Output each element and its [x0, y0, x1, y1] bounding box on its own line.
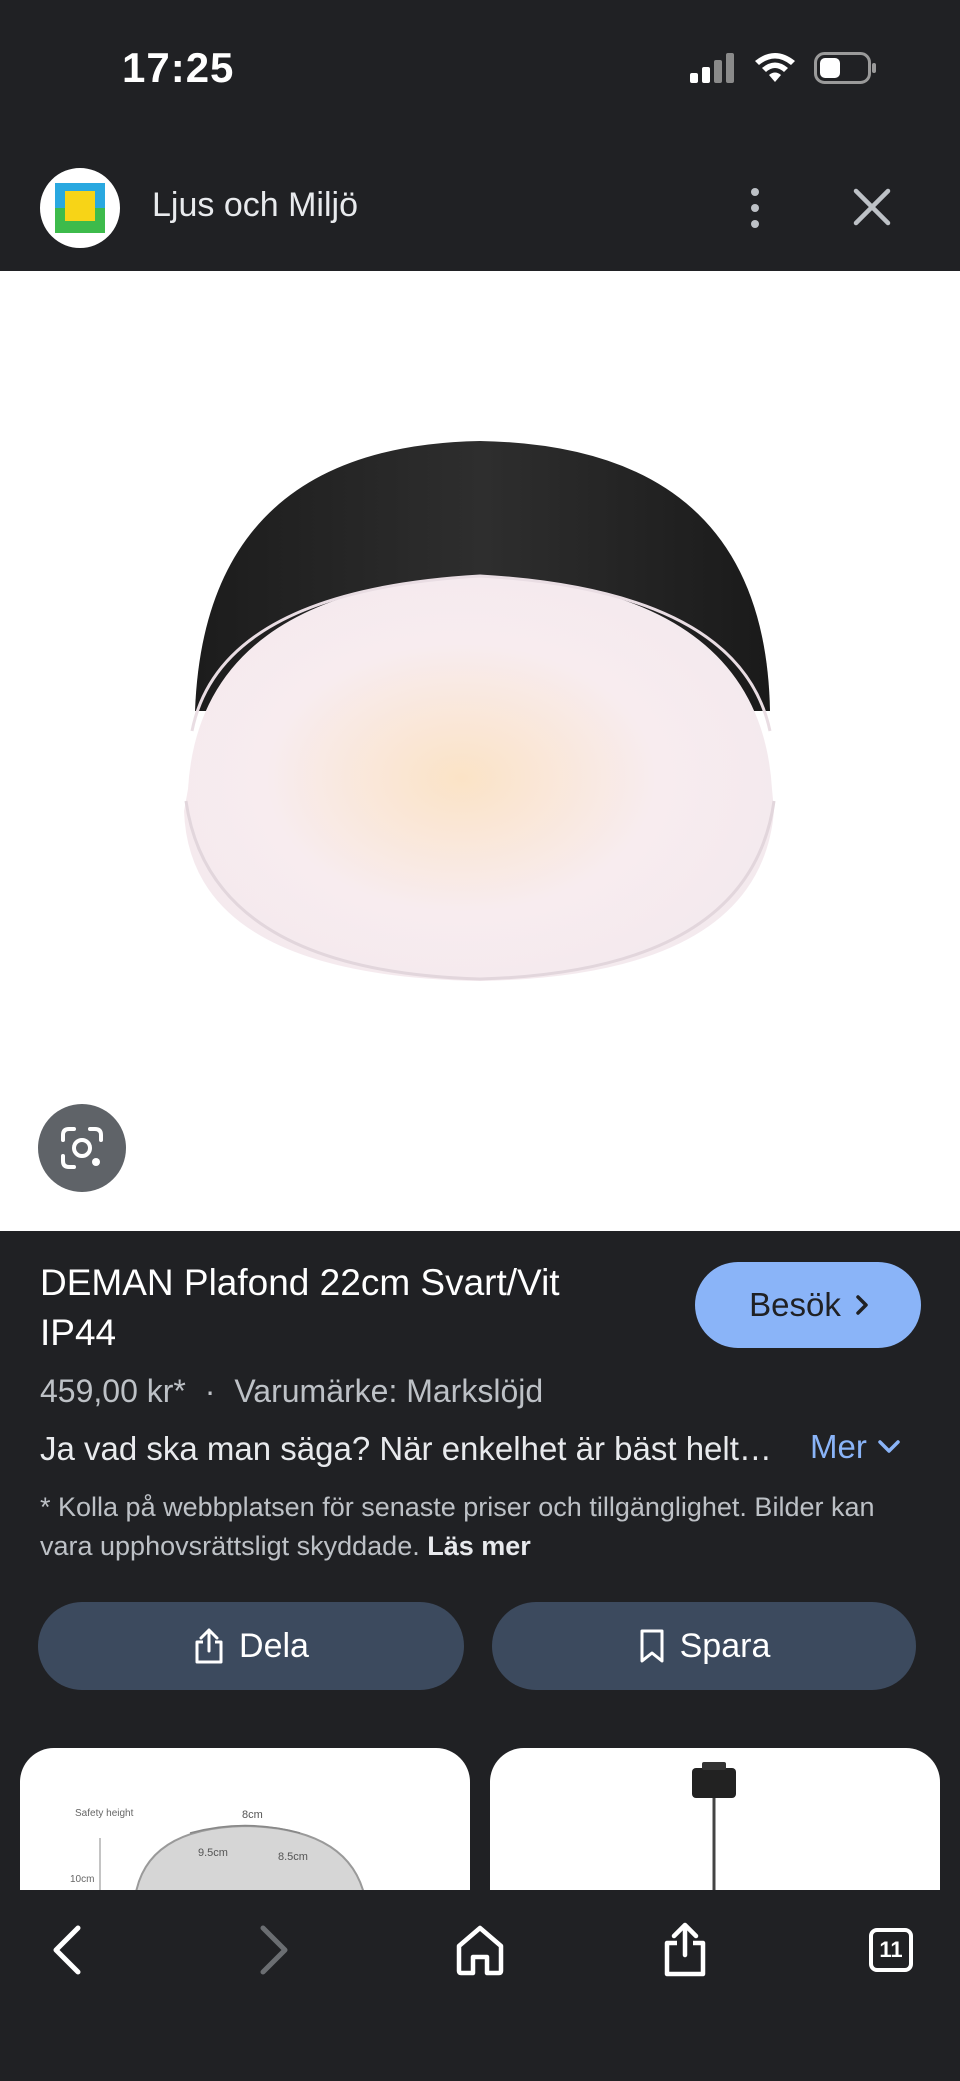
tab-count: 11 [879, 1937, 903, 1962]
close-icon[interactable] [850, 185, 894, 229]
forward-icon [260, 1925, 288, 1975]
cellular-signal-icon [690, 53, 734, 83]
wifi-icon [755, 53, 795, 82]
pendant-lamp-image [692, 1762, 736, 1898]
site-logo-icon [55, 183, 105, 233]
share-button[interactable]: Dela [38, 1602, 464, 1690]
share-icon [195, 1628, 223, 1664]
google-lens-icon [61, 1127, 103, 1169]
separator: · [204, 1373, 216, 1409]
home-icon [456, 1925, 504, 1976]
price-brand-line: 459,00 kr* · Varumärke: Markslöjd [40, 1373, 543, 1410]
tabs-button[interactable]: 11 [856, 1915, 926, 1985]
chevron-right-icon [856, 1295, 868, 1315]
read-more-link[interactable]: Läs mer [427, 1531, 531, 1561]
share-label: Dela [239, 1626, 309, 1665]
visit-button[interactable]: Besök [695, 1262, 921, 1348]
more-link[interactable]: Mer [810, 1428, 901, 1466]
site-name[interactable]: Ljus och Miljö [152, 186, 358, 225]
price: 459,00 kr* [40, 1373, 186, 1409]
ceiling-lamp-image [184, 441, 776, 981]
battery-icon [814, 52, 876, 84]
site-logo[interactable] [40, 168, 120, 248]
lens-button[interactable] [38, 1104, 126, 1192]
visit-label: Besök [749, 1286, 841, 1323]
disclaimer: * Kolla på webbplatsen för senaste prise… [40, 1488, 920, 1566]
product-title: DEMAN Plafond 22cm Svart/Vit IP44 [40, 1262, 560, 1353]
forward-button[interactable] [238, 1915, 308, 1985]
bookmark-icon [640, 1629, 664, 1663]
back-button[interactable] [33, 1915, 103, 1985]
brand: Varumärke: Markslöjd [234, 1373, 544, 1409]
more-vertical-icon[interactable] [735, 180, 775, 236]
save-button[interactable]: Spara [492, 1602, 916, 1690]
dimension-label: 10cm [70, 1874, 94, 1885]
description: Ja vad ska man säga? När enkelhet är bäs… [40, 1430, 772, 1467]
lamp-dimension-drawing: Safety height 8cm 9.5cm 8.5cm 10cm [70, 1808, 366, 1898]
back-icon [53, 1925, 81, 1975]
status-icons [690, 52, 878, 84]
share-icon [664, 1922, 706, 1977]
status-time: 17:25 [122, 44, 235, 91]
dimension-label: 8.5cm [278, 1851, 308, 1863]
save-label: Spara [679, 1626, 771, 1665]
home-button[interactable] [445, 1915, 515, 1985]
related-thumbnail[interactable] [490, 1748, 940, 1898]
tabs-icon: 11 [869, 1928, 913, 1972]
dimension-label: 9.5cm [198, 1847, 228, 1859]
related-thumbnail[interactable]: Safety height 8cm 9.5cm 8.5cm 10cm [20, 1748, 470, 1898]
share-page-button[interactable] [650, 1915, 720, 1985]
dimension-label: Safety height [75, 1808, 134, 1819]
dimension-label: 8cm [242, 1809, 263, 1821]
product-image[interactable] [0, 271, 960, 1231]
more-label: Mer [810, 1428, 867, 1465]
chevron-down-icon [878, 1440, 900, 1453]
